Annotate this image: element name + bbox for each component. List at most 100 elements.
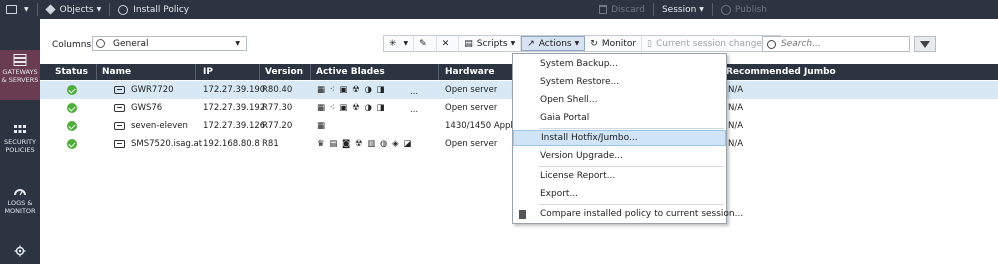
monitor-button[interactable]: ↻ Monitor (585, 36, 643, 51)
cell-ip: 172.27.39.190 (203, 85, 266, 95)
publish-label: Publish (734, 4, 767, 15)
columns-value: General (113, 38, 149, 49)
menu-item-system-backup[interactable]: System Backup... (513, 56, 726, 72)
menu-item-version-upgrade[interactable]: Version Upgrade... (513, 148, 726, 164)
delete-button[interactable]: ✕ (437, 36, 460, 51)
divider (36, 3, 38, 16)
nav-logs-label: LOGS & MONITOR (4, 199, 36, 215)
actions-button[interactable]: ↗ Actions ▼ (521, 36, 586, 51)
install-policy-button[interactable]: Install Policy (112, 0, 195, 19)
publish-button[interactable]: Publish (715, 0, 773, 19)
columns-select[interactable]: General ▼ (92, 36, 247, 51)
scripts-icon: ▤ (464, 38, 473, 49)
chevron-down-icon: ▼ (510, 40, 516, 47)
column-header-version[interactable]: Version (265, 67, 303, 77)
scripts-label: Scripts (476, 38, 508, 49)
gateway-icon (114, 86, 125, 94)
servers-icon (13, 54, 27, 66)
status-ok-icon (67, 139, 77, 149)
cell-name: SMS7520.isag.at (131, 139, 203, 149)
gear-icon (14, 245, 26, 257)
management-server-icon (114, 140, 125, 148)
column-divider[interactable] (96, 64, 97, 80)
active-blades-icons: ▦ (317, 121, 327, 131)
cell-name: GWS76 (131, 103, 163, 113)
columns-label: Columns: (52, 40, 95, 50)
new-object-button[interactable]: ✳ ▼ (384, 36, 415, 51)
edit-button[interactable]: ✎ (414, 36, 437, 51)
menu-item-compare-policy[interactable]: Compare installed policy to current sess… (513, 206, 743, 222)
column-divider[interactable] (438, 64, 439, 80)
session-changes-label: Current session changes... (655, 38, 776, 49)
cell-jumbo: N/A (728, 85, 744, 95)
cell-name: GWR7720 (131, 85, 174, 95)
objects-menu-button[interactable]: Objects ▼ (40, 0, 108, 19)
column-header-status[interactable]: Status (55, 67, 88, 77)
menu-item-open-shell[interactable]: Open Shell... (513, 92, 726, 108)
nav-manage-settings[interactable] (0, 241, 40, 264)
pencil-icon: ✎ (419, 38, 427, 49)
nav-gateways-label: GATEWAYS & SERVERS (1, 68, 39, 84)
menu-item-license-report[interactable]: License Report... (513, 168, 726, 184)
cell-hardware: Open server (445, 103, 498, 113)
actions-icon: ↗ (527, 38, 535, 49)
column-header-name[interactable]: Name (102, 67, 131, 77)
cell-name: seven-eleven (131, 121, 188, 131)
cell-hardware: Open server (445, 139, 498, 149)
nav-logs-monitor[interactable]: LOGS & MONITOR (0, 181, 40, 226)
nav-security-policies[interactable]: SECURITY POLICIES (0, 120, 40, 165)
column-header-hardware[interactable]: Hardware (445, 67, 494, 77)
menu-item-system-restore[interactable]: System Restore... (513, 74, 726, 90)
chevron-down-icon: ▼ (574, 40, 580, 47)
search-input[interactable] (781, 39, 901, 49)
search-icon (767, 39, 776, 49)
cell-version: R77.30 (262, 103, 293, 113)
chevron-down-icon: ▼ (235, 40, 240, 47)
columns-view-icon (96, 39, 105, 48)
left-navigation: GATEWAYS & SERVERS SECURITY POLICIES LOG… (0, 19, 40, 264)
divider (652, 3, 654, 16)
menu-item-export[interactable]: Export... (513, 186, 726, 202)
blades-more[interactable]: ... (410, 105, 418, 115)
cell-version: R77.20 (262, 121, 293, 131)
cell-ip: 192.168.80.8 (203, 139, 260, 149)
menu-item-gaia-portal[interactable]: Gaia Portal (513, 110, 726, 126)
active-blades-icons: ♛ ▤ ◙ ☢ ▥ ◍ ◈ ◪ (317, 139, 413, 149)
status-ok-icon (67, 121, 77, 131)
nav-gateways-servers[interactable]: GATEWAYS & SERVERS (0, 50, 40, 100)
gateway-toolbar: ✳ ▼ ✎ ✕ ▤ Scripts ▼ ↗ Actions ▼ ↻ Monitor ▯ Cur… (383, 35, 782, 52)
discard-label: Discard (611, 4, 645, 15)
scripts-button[interactable]: ▤ Scripts ▼ (459, 36, 522, 51)
column-divider[interactable] (195, 64, 196, 80)
trash-icon (599, 5, 608, 14)
cell-version: R81 (262, 139, 279, 149)
column-header-recommended-jumbo[interactable]: Recommended Jumbo (726, 67, 836, 77)
close-icon: ✕ (441, 38, 450, 49)
cell-jumbo: N/A (728, 103, 744, 113)
nav-security-label: SECURITY POLICIES (4, 138, 36, 154)
column-header-ip[interactable]: IP (203, 67, 213, 77)
column-divider[interactable] (310, 64, 311, 80)
filter-button[interactable] (914, 36, 936, 52)
session-changes-button[interactable]: ▯ Current session changes... (642, 36, 780, 51)
gateway-icon (114, 122, 125, 130)
menu-divider (539, 128, 724, 129)
objects-label: Objects (59, 4, 94, 15)
filter-icon (920, 40, 930, 48)
install-policy-label: Install Policy (133, 4, 190, 15)
menu-item-install-hotfix-jumbo[interactable]: Install Hotfix/Jumbo... (513, 130, 726, 146)
column-divider[interactable] (259, 64, 260, 80)
discard-button[interactable]: Discard (593, 0, 651, 19)
gateway-icon (114, 104, 125, 112)
cell-hardware: Open server (445, 85, 498, 95)
active-blades-icons: ▦ ⁖ ▣ ☢ ◑ ◨ (317, 85, 386, 95)
cell-ip: 172.27.39.192 (203, 103, 266, 113)
cell-hardware: 1430/1450 Applia (445, 121, 513, 131)
active-blades-icons: ▦ ⁖ ▣ ☢ ◑ ◨ (317, 103, 386, 113)
app-menu-button[interactable]: ▼ (0, 0, 35, 19)
session-menu-button[interactable]: Session ▼ (656, 0, 710, 19)
blades-more[interactable]: ... (410, 87, 418, 97)
column-header-active-blades[interactable]: Active Blades (316, 67, 385, 77)
app-menu-icon (6, 5, 17, 14)
cell-version: R80.40 (262, 85, 293, 95)
